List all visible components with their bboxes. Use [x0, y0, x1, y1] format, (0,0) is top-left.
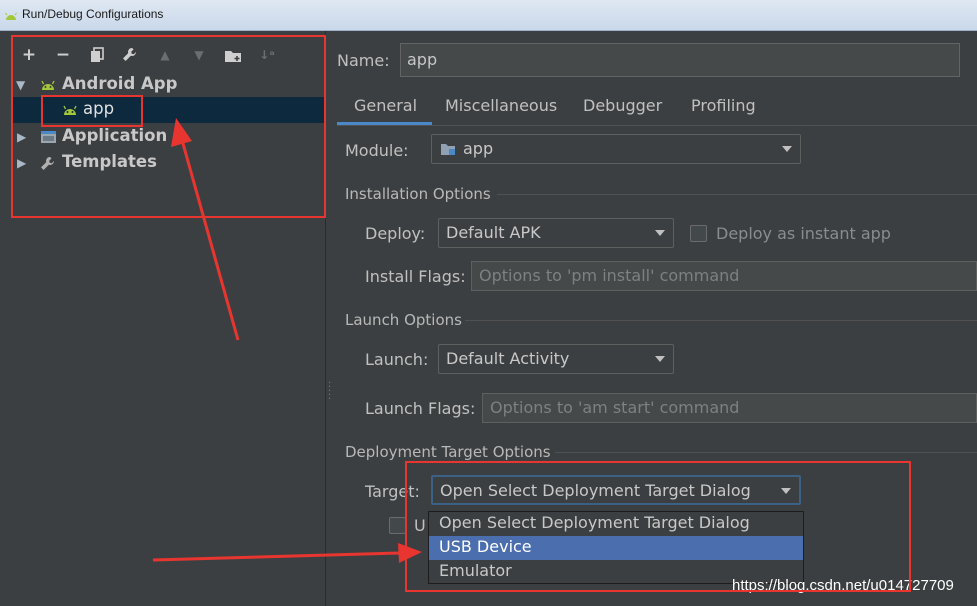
- annotation-arrow-up: [171, 118, 240, 341]
- annotation-arrows: [152, 118, 422, 563]
- annotation-arrow-right: [152, 543, 422, 563]
